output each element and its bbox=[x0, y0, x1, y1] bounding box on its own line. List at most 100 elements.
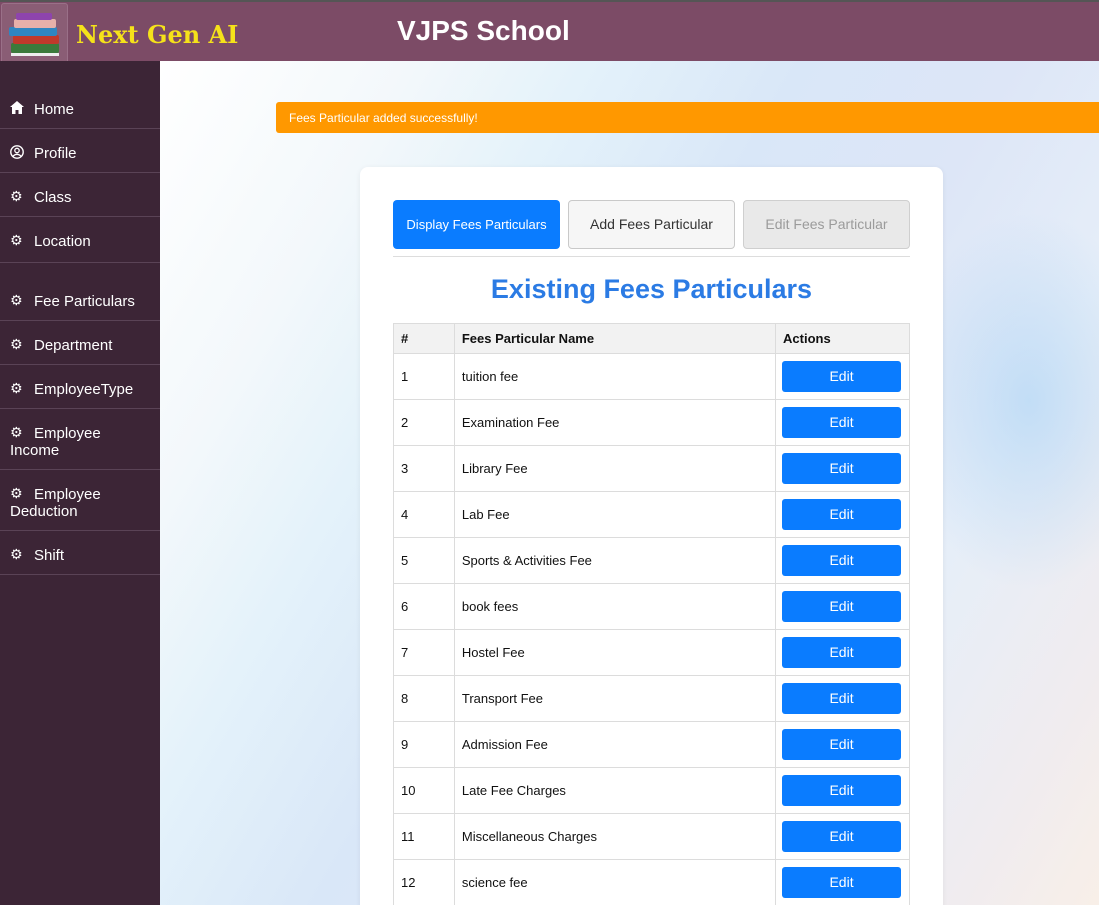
sidebar-item-employee-deduction[interactable]: ⚙ Employee Deduction bbox=[0, 470, 160, 531]
table-row: 12 science fee Edit bbox=[393, 859, 910, 905]
table-row: 8 Transport Fee Edit bbox=[393, 675, 910, 722]
gear-icon: ⚙ bbox=[10, 546, 23, 562]
row-actions: Edit bbox=[775, 813, 910, 860]
sidebar-item-label: EmployeeType bbox=[34, 381, 134, 398]
table-row: 6 book fees Edit bbox=[393, 583, 910, 630]
row-actions: Edit bbox=[775, 721, 910, 768]
row-actions: Edit bbox=[775, 675, 910, 722]
gear-icon: ⚙ bbox=[10, 188, 23, 204]
tab-add-fees-particular[interactable]: Add Fees Particular bbox=[568, 200, 735, 249]
gear-icon: ⚙ bbox=[10, 336, 23, 352]
sidebar-item-label: Profile bbox=[34, 145, 77, 162]
row-number: 4 bbox=[393, 491, 455, 538]
row-actions: Edit bbox=[775, 629, 910, 676]
edit-button[interactable]: Edit bbox=[782, 867, 902, 898]
tab-bar: Display Fees Particulars Add Fees Partic… bbox=[393, 200, 910, 257]
page-title: VJPS School bbox=[397, 15, 570, 46]
column-header-number: # bbox=[393, 323, 455, 354]
main-content: Fees Particular added successfully! Disp… bbox=[160, 61, 1099, 905]
row-actions: Edit bbox=[775, 445, 910, 492]
row-number: 10 bbox=[393, 767, 455, 814]
edit-button[interactable]: Edit bbox=[782, 821, 902, 852]
fee-name: Examination Fee bbox=[453, 399, 777, 446]
top-header-bar: Next Gen AI VJPS School bbox=[0, 0, 1099, 65]
column-header-name: Fees Particular Name bbox=[453, 323, 777, 354]
tab-edit-fees-particular[interactable]: Edit Fees Particular bbox=[743, 200, 910, 249]
row-number: 12 bbox=[393, 859, 455, 905]
fee-name: Hostel Fee bbox=[453, 629, 777, 676]
sidebar-item-location[interactable]: ⚙ Location bbox=[0, 217, 160, 263]
user-circle-icon bbox=[10, 145, 30, 161]
table-row: 9 Admission Fee Edit bbox=[393, 721, 910, 768]
table-row: 2 Examination Fee Edit bbox=[393, 399, 910, 446]
sidebar-item-label: Fee Particulars bbox=[34, 293, 135, 310]
edit-button[interactable]: Edit bbox=[782, 407, 902, 438]
edit-button[interactable]: Edit bbox=[782, 453, 902, 484]
row-number: 1 bbox=[393, 353, 455, 400]
brand-name: Next Gen AI bbox=[76, 20, 239, 49]
edit-button[interactable]: Edit bbox=[782, 545, 902, 576]
sidebar-item-label: Home bbox=[34, 101, 75, 118]
sidebar-item-profile[interactable]: Profile bbox=[0, 129, 160, 173]
sidebar-item-home[interactable]: Home bbox=[0, 85, 160, 129]
sidebar: Home Profile ⚙ Class ⚙ Location ⚙ Fee Parti… bbox=[0, 61, 160, 905]
fee-name: Sports & Activities Fee bbox=[453, 537, 777, 584]
gear-icon: ⚙ bbox=[10, 232, 23, 248]
gear-icon: ⚙ bbox=[10, 424, 23, 440]
edit-button[interactable]: Edit bbox=[782, 775, 902, 806]
gear-icon: ⚙ bbox=[10, 292, 23, 308]
row-actions: Edit bbox=[775, 399, 910, 446]
fees-particulars-table: # Fees Particular Name Actions 1 tuition… bbox=[393, 323, 910, 905]
edit-button[interactable]: Edit bbox=[782, 683, 902, 714]
table-row: 11 Miscellaneous Charges Edit bbox=[393, 813, 910, 860]
row-number: 6 bbox=[393, 583, 455, 630]
books-logo-icon[interactable] bbox=[1, 3, 68, 65]
row-actions: Edit bbox=[775, 491, 910, 538]
success-alert: Fees Particular added successfully! bbox=[276, 102, 1099, 133]
table-row: 4 Lab Fee Edit bbox=[393, 491, 910, 538]
home-icon bbox=[10, 101, 30, 116]
sidebar-item-employee-income[interactable]: ⚙ Employee Income bbox=[0, 409, 160, 470]
sidebar-item-employeetype[interactable]: ⚙ EmployeeType bbox=[0, 365, 160, 409]
fee-name: science fee bbox=[453, 859, 777, 905]
gear-icon: ⚙ bbox=[10, 485, 23, 501]
row-number: 11 bbox=[393, 813, 455, 860]
edit-button[interactable]: Edit bbox=[782, 361, 902, 392]
table-header-row: # Fees Particular Name Actions bbox=[393, 323, 910, 354]
table-row: 10 Late Fee Charges Edit bbox=[393, 767, 910, 814]
gear-icon: ⚙ bbox=[10, 380, 23, 396]
table-row: 5 Sports & Activities Fee Edit bbox=[393, 537, 910, 584]
edit-button[interactable]: Edit bbox=[782, 729, 902, 760]
row-number: 2 bbox=[393, 399, 455, 446]
section-title: Existing Fees Particulars bbox=[490, 274, 813, 304]
row-actions: Edit bbox=[775, 537, 910, 584]
fee-name: Lab Fee bbox=[453, 491, 777, 538]
fees-card: Display Fees Particulars Add Fees Partic… bbox=[360, 167, 943, 905]
sidebar-item-label: Location bbox=[34, 233, 91, 250]
row-actions: Edit bbox=[775, 583, 910, 630]
edit-button[interactable]: Edit bbox=[782, 591, 902, 622]
fee-name: Library Fee bbox=[453, 445, 777, 492]
row-number: 3 bbox=[393, 445, 455, 492]
tab-display-fees-particulars[interactable]: Display Fees Particulars bbox=[393, 200, 560, 249]
sidebar-item-label: Shift bbox=[34, 547, 65, 564]
fee-name: Admission Fee bbox=[453, 721, 777, 768]
sidebar-item-label: Department bbox=[34, 337, 113, 354]
sidebar-item-class[interactable]: ⚙ Class bbox=[0, 173, 160, 217]
edit-button[interactable]: Edit bbox=[782, 499, 902, 530]
row-actions: Edit bbox=[775, 353, 910, 400]
sidebar-item-department[interactable]: ⚙ Department bbox=[0, 321, 160, 365]
row-number: 9 bbox=[393, 721, 455, 768]
fee-name: tuition fee bbox=[453, 353, 777, 400]
sidebar-item-shift[interactable]: ⚙ Shift bbox=[0, 531, 160, 575]
table-row: 3 Library Fee Edit bbox=[393, 445, 910, 492]
row-number: 5 bbox=[393, 537, 455, 584]
column-header-actions: Actions bbox=[775, 323, 910, 354]
row-number: 8 bbox=[393, 675, 455, 722]
fee-name: book fees bbox=[453, 583, 777, 630]
sidebar-item-label: Class bbox=[34, 189, 72, 206]
edit-button[interactable]: Edit bbox=[782, 637, 902, 668]
sidebar-item-fee-particulars[interactable]: ⚙ Fee Particulars bbox=[0, 263, 160, 321]
table-row: 7 Hostel Fee Edit bbox=[393, 629, 910, 676]
fee-name: Miscellaneous Charges bbox=[453, 813, 777, 860]
